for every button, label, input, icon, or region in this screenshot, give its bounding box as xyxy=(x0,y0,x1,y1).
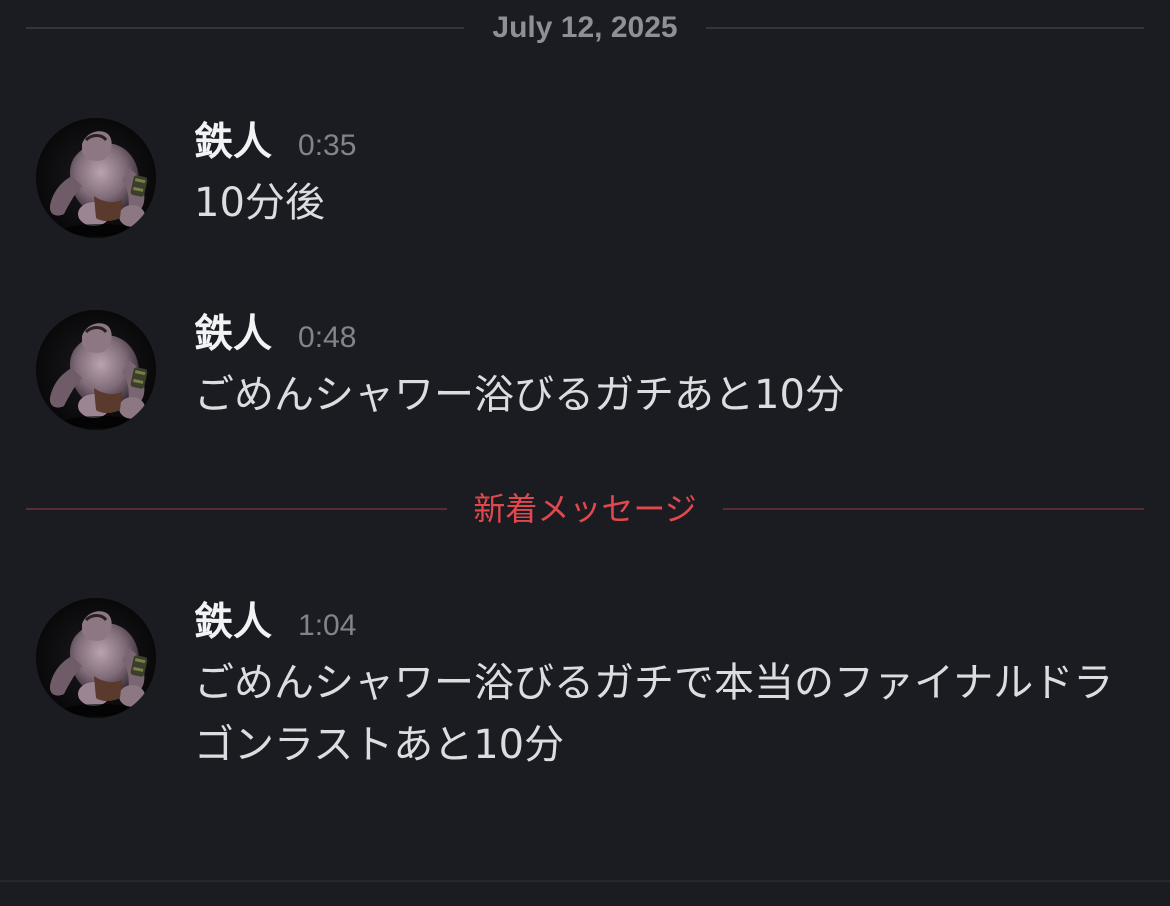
muscular-creature-avatar-icon xyxy=(36,118,156,238)
date-divider: July 12, 2025 xyxy=(26,6,1144,50)
new-divider-line-left xyxy=(26,508,448,510)
user-avatar[interactable] xyxy=(36,310,156,430)
date-divider-line-right xyxy=(705,27,1144,29)
message-body: 鉄人 0:35 10分後 xyxy=(194,118,1136,234)
message-header: 鉄人 0:48 xyxy=(194,310,1136,360)
new-messages-divider: 新着メッセージ xyxy=(26,486,1144,532)
message-header: 鉄人 0:35 xyxy=(194,118,1136,168)
message-body: 鉄人 0:48 ごめんシャワー浴びるガチあと10分 xyxy=(194,310,1136,426)
timestamp: 1:04 xyxy=(298,609,357,642)
username[interactable]: 鉄人 xyxy=(194,598,272,648)
message-text: ごめんシャワー浴びるガチで本当のファイナルドラゴンラストあと10分 xyxy=(194,660,1114,768)
message-body: 鉄人 1:04 ごめんシャワー浴びるガチで本当のファイナルドラゴンラストあと10… xyxy=(194,598,1136,776)
date-divider-line-left xyxy=(26,27,465,29)
username[interactable]: 鉄人 xyxy=(194,310,272,360)
user-avatar[interactable] xyxy=(36,118,156,238)
new-divider-line-right xyxy=(722,508,1144,510)
user-avatar[interactable] xyxy=(36,598,156,718)
timestamp: 0:35 xyxy=(298,129,357,162)
muscular-creature-avatar-icon xyxy=(36,310,156,430)
muscular-creature-avatar-icon xyxy=(36,598,156,718)
message-text: ごめんシャワー浴びるガチあと10分 xyxy=(194,372,845,418)
timestamp: 0:48 xyxy=(298,321,357,354)
username[interactable]: 鉄人 xyxy=(194,118,272,168)
composer-divider xyxy=(0,880,1170,882)
message-text: 10分後 xyxy=(194,180,325,226)
message-header: 鉄人 1:04 xyxy=(194,598,1136,648)
new-messages-label: 新着メッセージ xyxy=(473,490,697,528)
date-divider-label: July 12, 2025 xyxy=(492,11,678,44)
